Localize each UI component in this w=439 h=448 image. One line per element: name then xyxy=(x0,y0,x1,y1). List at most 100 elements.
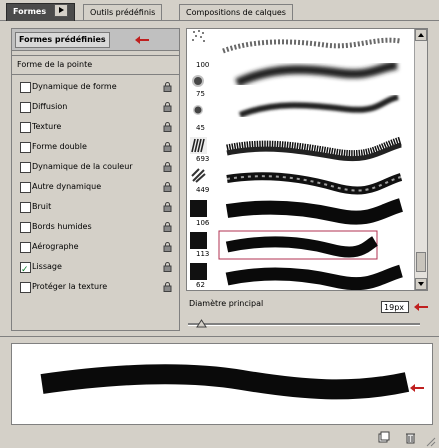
options-list: Forme de la pointe Dynamique de forme Dif… xyxy=(12,55,179,297)
option-label: Dynamique de forme xyxy=(32,82,117,91)
brush-option-row[interactable]: Protéger la texture xyxy=(12,277,179,297)
option-label: Protéger la texture xyxy=(32,282,108,291)
brush-option-row[interactable]: Forme double xyxy=(12,137,179,157)
option-label: Diffusion xyxy=(32,102,68,111)
scroll-down-button[interactable] xyxy=(415,278,427,290)
tab-outils-predefinis[interactable]: Outils prédéfinis xyxy=(83,4,163,20)
brush-option-row[interactable]: Dynamique de la couleur xyxy=(12,157,179,177)
brush-size-label: 45 xyxy=(196,124,205,132)
brush-tip-thumb[interactable] xyxy=(190,73,207,90)
option-checkbox[interactable] xyxy=(20,202,31,213)
brush-size-label: 449 xyxy=(196,186,210,194)
option-checkbox[interactable] xyxy=(20,222,31,233)
lock-icon[interactable] xyxy=(163,202,172,212)
arrow-down-icon xyxy=(418,282,424,286)
brush-stroke-row-selected[interactable] xyxy=(218,230,379,260)
brush-tip-thumb[interactable] xyxy=(190,137,207,154)
brush-tip-thumb[interactable] xyxy=(190,29,207,46)
lock-icon[interactable] xyxy=(163,102,172,112)
brush-size-label: 113 xyxy=(196,250,210,258)
option-checkbox[interactable] xyxy=(20,282,31,293)
diameter-label: Diamètre principal xyxy=(189,299,264,308)
new-preset-icon[interactable] xyxy=(377,431,390,444)
presets-button[interactable]: Formes prédéfinies xyxy=(15,32,110,48)
diameter-value: 19 xyxy=(384,303,395,312)
brush-option-row[interactable]: Autre dynamique xyxy=(12,177,179,197)
lock-icon[interactable] xyxy=(163,242,172,252)
option-checkbox[interactable] xyxy=(20,162,31,173)
brush-option-row[interactable]: Bords humides xyxy=(12,217,179,237)
option-checkbox[interactable] xyxy=(20,260,31,280)
flyout-arrow-icon[interactable] xyxy=(53,4,68,17)
brush-stroke-row[interactable] xyxy=(238,94,399,118)
lock-icon[interactable] xyxy=(163,262,172,272)
brush-stroke-row[interactable] xyxy=(225,198,404,225)
brush-option-row[interactable]: Bruit xyxy=(12,197,179,217)
brush-tip-thumb[interactable] xyxy=(190,167,207,184)
tab-bar: Formes Outils prédéfinis Compositions de… xyxy=(0,0,439,21)
tab-formes[interactable]: Formes xyxy=(6,3,75,21)
diameter-unit: px xyxy=(394,303,404,312)
annotation-arrow-icon xyxy=(135,36,149,44)
brush-stroke-row[interactable] xyxy=(222,37,401,54)
brush-stroke-row[interactable] xyxy=(235,60,398,88)
tip-shape-label: Forme de la pointe xyxy=(17,60,93,69)
brush-size-label: 75 xyxy=(196,90,205,98)
brush-option-row[interactable]: Texture xyxy=(12,117,179,137)
tab-formes-label: Formes xyxy=(13,7,47,16)
option-label: Autre dynamique xyxy=(32,182,102,191)
option-label: Texture xyxy=(32,122,62,131)
brush-stroke-row[interactable] xyxy=(226,172,403,195)
tab-compositions-calques[interactable]: Compositions de calques xyxy=(179,4,293,20)
tab-compositions-label: Compositions de calques xyxy=(186,8,286,17)
option-checkbox[interactable] xyxy=(20,122,31,133)
option-label: Dynamique de la couleur xyxy=(32,162,133,171)
brush-option-row[interactable]: Aérographe xyxy=(12,237,179,257)
brush-list-scrollbar[interactable] xyxy=(414,29,427,290)
brush-tip-thumb[interactable] xyxy=(190,263,207,280)
annotation-arrow-icon xyxy=(410,384,424,392)
tab-outils-label: Outils prédéfinis xyxy=(90,8,156,17)
brush-option-row[interactable]: Dynamique de forme xyxy=(12,77,179,97)
brush-option-row[interactable]: Diffusion xyxy=(12,97,179,117)
scroll-thumb[interactable] xyxy=(416,252,426,272)
option-label: Forme double xyxy=(32,142,87,151)
diameter-slider-handle[interactable] xyxy=(196,319,208,328)
option-label: Aérographe xyxy=(32,242,79,251)
brush-size-label: 62 xyxy=(196,281,205,289)
lock-icon[interactable] xyxy=(163,142,172,152)
option-checkbox[interactable] xyxy=(20,182,31,193)
lock-icon[interactable] xyxy=(163,82,172,92)
brush-stroke-row[interactable] xyxy=(226,136,403,162)
option-checkbox[interactable] xyxy=(20,102,31,113)
brush-tip-thumb[interactable] xyxy=(190,232,207,249)
lock-icon[interactable] xyxy=(163,282,172,292)
brush-stroke-row[interactable] xyxy=(225,264,403,290)
brush-preset-list: 100 75 45 693 449 106 113 62 xyxy=(186,28,428,291)
diameter-slider-track[interactable] xyxy=(188,323,420,326)
resize-grip-icon[interactable] xyxy=(423,434,436,447)
option-label: Bords humides xyxy=(32,222,92,231)
bottom-toolbar xyxy=(0,429,439,448)
annotation-arrow-icon xyxy=(414,303,428,311)
brush-thumbnail-column: 100 75 45 693 449 106 113 62 xyxy=(187,29,211,290)
lock-icon[interactable] xyxy=(163,222,172,232)
option-checkbox[interactable] xyxy=(20,142,31,153)
brush-tip-thumb[interactable] xyxy=(190,102,207,119)
option-checkbox[interactable] xyxy=(20,82,31,93)
tip-shape-item[interactable]: Forme de la pointe xyxy=(12,55,179,75)
brush-stroke-previews xyxy=(215,29,407,290)
lock-icon[interactable] xyxy=(163,182,172,192)
lock-icon[interactable] xyxy=(163,122,172,132)
option-label: Bruit xyxy=(32,202,52,211)
brush-option-row[interactable]: Lissage xyxy=(12,257,179,280)
option-label: Lissage xyxy=(32,262,62,271)
diameter-field[interactable]: 19px xyxy=(381,301,409,313)
brush-tip-thumb[interactable] xyxy=(190,200,207,217)
lock-icon[interactable] xyxy=(163,162,172,172)
option-checkbox[interactable] xyxy=(20,242,31,253)
preview-stroke-svg xyxy=(40,364,410,400)
trash-icon[interactable] xyxy=(404,431,417,444)
scroll-up-button[interactable] xyxy=(415,29,427,41)
brush-strokes-svg xyxy=(218,37,404,290)
